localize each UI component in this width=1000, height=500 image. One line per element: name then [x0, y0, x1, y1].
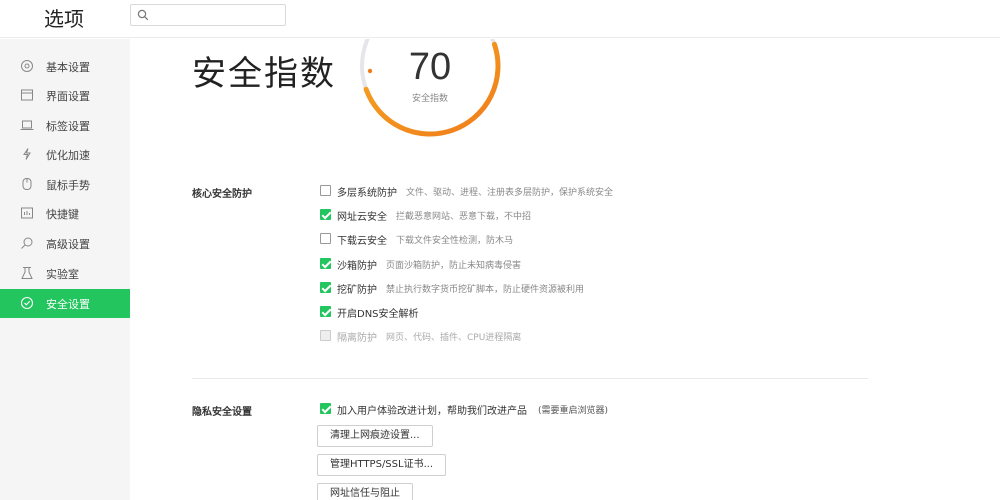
sidebar-item-label: 标签设置: [46, 120, 90, 133]
option-label: 加入用户体验改进计划，帮助我们改进产品: [337, 406, 527, 417]
checkbox-disabled: [320, 330, 331, 341]
sidebar-item-shortcuts[interactable]: 快捷键: [0, 199, 130, 228]
security-score-gauge: 70 安全指数: [355, 39, 505, 141]
checkbox[interactable]: [320, 233, 331, 244]
shield-check-icon: [20, 296, 34, 310]
url-trust-block-button[interactable]: 网址信任与阻止: [317, 483, 413, 500]
lightning-icon: [23, 148, 31, 160]
option-description: 网页、代码、插件、CPU进程隔离: [386, 333, 522, 343]
magnifier-icon: [21, 237, 33, 249]
sidebar-item-label: 优化加速: [46, 149, 90, 162]
option-description: 文件、驱动、进程、注册表多层防护，保护系统安全: [406, 188, 614, 198]
option-label: 挖矿防护: [337, 285, 377, 296]
sidebar-item-advanced[interactable]: 高级设置: [0, 229, 130, 258]
window-icon: [21, 89, 33, 101]
clear-browsing-traces-button[interactable]: 清理上网痕迹设置...: [317, 425, 433, 447]
checkbox[interactable]: [320, 306, 331, 317]
sidebar-item-label: 安全设置: [46, 298, 90, 311]
option-description: 禁止执行数字货币挖矿脚本，防止硬件资源被利用: [386, 285, 585, 295]
sidebar-item-label: 快捷键: [46, 208, 79, 221]
flask-icon: [21, 267, 33, 279]
checkbox[interactable]: [320, 258, 331, 269]
privacy-settings-title: 隐私安全设置: [192, 407, 252, 418]
option-label: 隔离防护: [337, 333, 377, 344]
security-settings-panel: 安全指数 70 安全指数 核心安全防护 多层系统防护 文件、驱动、进程、注册表多…: [130, 39, 1000, 500]
option-description: 拦截恶意网站、恶意下载，不中招: [396, 212, 532, 222]
sidebar-item-speed[interactable]: 优化加速: [0, 140, 130, 169]
laptop-icon: [20, 120, 34, 130]
security-score-label: 安全指数: [411, 94, 448, 104]
sidebar-item-label: 基本设置: [46, 61, 90, 74]
keyboard-icon: [21, 207, 33, 219]
option-description: (需要重启浏览器): [538, 406, 609, 416]
option-description: 页面沙箱防护，防止未知病毒侵害: [386, 261, 522, 271]
option-label: 开启DNS安全解析: [337, 309, 419, 320]
sidebar-item-label: 高级设置: [46, 238, 90, 251]
sidebar-item-label: 实验室: [46, 268, 79, 281]
security-score-value: 70: [408, 46, 452, 88]
sidebar: 基本设置 界面设置 标签设置 优化加速 鼠标手势 快捷键 高级设置 实验室 安全…: [0, 39, 130, 500]
page-title: 选项: [44, 7, 84, 31]
option-label: 下载云安全: [337, 236, 387, 247]
section-divider: [192, 378, 868, 379]
sidebar-item-security[interactable]: 安全设置: [0, 289, 130, 318]
checkbox[interactable]: [320, 209, 331, 220]
option-label: 网址云安全: [337, 212, 387, 223]
core-protection-title: 核心安全防护: [192, 189, 252, 200]
search-input[interactable]: [130, 4, 286, 26]
circle-settings-icon: [21, 60, 33, 72]
sidebar-item-mouse[interactable]: 鼠标手势: [0, 170, 130, 199]
checkbox[interactable]: [320, 185, 331, 196]
checkbox[interactable]: [320, 282, 331, 293]
manage-certificates-button[interactable]: 管理HTTPS/SSL证书...: [317, 454, 447, 476]
sidebar-item-label: 界面设置: [46, 90, 90, 103]
checkbox[interactable]: [320, 403, 331, 414]
option-label: 多层系统防护: [337, 188, 397, 199]
option-description: 下载文件安全性检测，防木马: [396, 236, 514, 246]
sidebar-item-label: 鼠标手势: [46, 179, 90, 192]
title-bar: 选项: [0, 0, 1000, 38]
hero-title: 安全指数: [192, 54, 336, 94]
option-label: 沙箱防护: [337, 261, 377, 272]
sidebar-item-interface[interactable]: 界面设置: [0, 81, 130, 110]
sidebar-item-lab[interactable]: 实验室: [0, 259, 130, 288]
mouse-icon: [22, 178, 32, 190]
search-icon: [137, 9, 149, 21]
sidebar-item-basic[interactable]: 基本设置: [0, 52, 130, 81]
sidebar-item-tabs[interactable]: 标签设置: [0, 111, 130, 140]
